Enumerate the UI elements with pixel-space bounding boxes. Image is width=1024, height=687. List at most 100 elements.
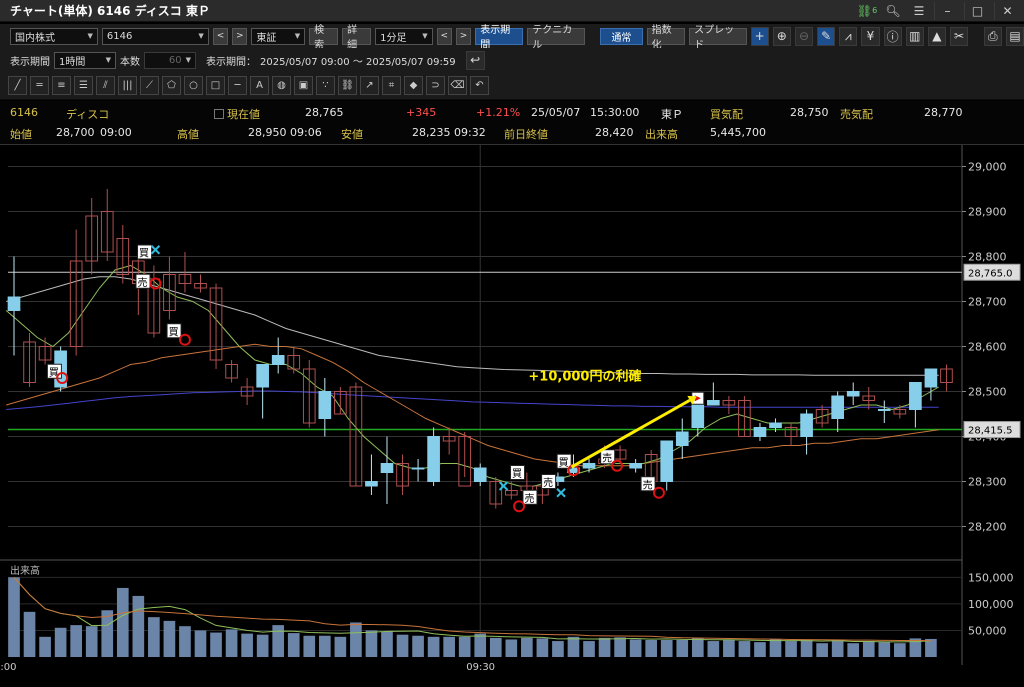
toolbar-row-1: 国内株式 ▼ 6146 ▼ < > 東証 ▼ 検索 詳細 1分足 ▼ < > 表示期間 … bbox=[0, 24, 1024, 51]
detail-button[interactable]: 詳細 bbox=[342, 25, 372, 51]
pentagon-tool-icon[interactable]: ⬠ bbox=[162, 76, 181, 95]
volume-bar bbox=[23, 611, 36, 657]
quote-panel: 6146 ディスコ 現在値 28,765 +345 +1.21% 25/05/0… bbox=[0, 101, 1024, 145]
volume-bar bbox=[862, 641, 875, 657]
magnet-tool-icon[interactable]: ⊃ bbox=[426, 76, 445, 95]
next-period-button[interactable]: > bbox=[455, 27, 472, 45]
market-select[interactable]: 国内株式 ▼ bbox=[10, 27, 98, 45]
volume-bar bbox=[132, 595, 145, 657]
chevron-down-icon: ▼ bbox=[87, 32, 93, 40]
menu-icon[interactable]: ☰ bbox=[908, 2, 930, 20]
ask-value: 28,770 bbox=[924, 106, 963, 119]
ranking-icon[interactable]: ▥ bbox=[905, 26, 924, 46]
print-icon[interactable]: ⎙ bbox=[983, 26, 1002, 46]
volume-bar bbox=[754, 642, 766, 657]
candle-body bbox=[473, 467, 487, 482]
candle-body bbox=[271, 355, 285, 365]
settings-icon[interactable]: ✂ bbox=[950, 26, 969, 46]
search-button[interactable]: 検索 bbox=[309, 25, 339, 51]
normal-button[interactable]: 通常 bbox=[600, 27, 643, 45]
range-label: 表示期間： bbox=[206, 56, 256, 68]
arrow-tool-icon[interactable]: ↗ bbox=[360, 76, 379, 95]
volume-bar bbox=[707, 641, 720, 657]
title-bar: チャート(単体) 6146 ディスコ 東Ｐ ⛓ 6 🔍︎ ☰ – □ ✕ bbox=[0, 0, 1024, 22]
lines-tool-icon[interactable]: ≡ bbox=[52, 76, 71, 95]
image-tool-icon[interactable]: ▣ bbox=[294, 76, 313, 95]
chain-tool-icon[interactable]: ⛓ bbox=[338, 76, 357, 95]
volume-bar bbox=[427, 636, 440, 657]
price-chart[interactable]: 29,000 28,900 28,800 28,700 28,600 28,500 28,4… bbox=[0, 145, 1024, 687]
ask-label: 売気配 bbox=[840, 108, 873, 121]
erase-tool-icon[interactable]: ⌫ bbox=[448, 76, 467, 95]
line-tool-icon[interactable]: ╱ bbox=[8, 76, 27, 95]
volume-title: 出来高 bbox=[10, 564, 40, 577]
hline-tool-icon[interactable]: ═ bbox=[30, 76, 49, 95]
maximize-icon[interactable]: □ bbox=[964, 1, 990, 20]
tag-tool-icon[interactable]: ⌗ bbox=[382, 76, 401, 95]
sell-marker-text: 売 bbox=[524, 492, 534, 505]
volume-bar bbox=[256, 634, 269, 657]
yen-icon[interactable]: ¥ bbox=[861, 26, 880, 46]
candle-body bbox=[7, 296, 21, 311]
price-tick-label: 28,800 bbox=[968, 251, 1007, 264]
exchange-select[interactable]: 東証 ▼ bbox=[251, 27, 306, 45]
undo-tool-icon[interactable]: ↶ bbox=[470, 76, 489, 95]
count-input: 60 ▼ bbox=[144, 51, 196, 69]
index-button[interactable]: 指数化 bbox=[646, 25, 686, 51]
search-icon[interactable]: 🔍︎ bbox=[882, 2, 904, 20]
volume-bar bbox=[8, 577, 20, 657]
period-select[interactable]: 1時間 ▼ bbox=[54, 51, 116, 69]
code-value: 6146 bbox=[106, 30, 133, 42]
icon-tool-icon[interactable]: ◍ bbox=[272, 76, 291, 95]
volume-bar bbox=[334, 636, 347, 657]
period-label: 表示期間 bbox=[10, 56, 50, 68]
volume-bar bbox=[194, 630, 207, 657]
area-chart-icon[interactable]: ▲ bbox=[927, 26, 946, 46]
layout-icon[interactable]: ▤ bbox=[1005, 26, 1024, 46]
volume-bar bbox=[583, 641, 595, 657]
prev-period-button[interactable]: < bbox=[436, 27, 452, 45]
spread-button[interactable]: スプレッド bbox=[689, 25, 747, 51]
rect-tool-icon[interactable]: □ bbox=[206, 76, 225, 95]
prev-code-button[interactable]: < bbox=[212, 27, 229, 45]
text-tool-icon[interactable]: A bbox=[250, 76, 269, 95]
next-code-button[interactable]: > bbox=[232, 27, 248, 45]
price-board-icon[interactable] bbox=[214, 109, 224, 119]
current-price-tag: 28,765.0 bbox=[968, 268, 1013, 279]
candle-body bbox=[769, 422, 782, 428]
interval-select[interactable]: 1分足 ▼ bbox=[375, 27, 433, 45]
return-icon[interactable]: ↩ bbox=[465, 50, 485, 70]
technical-button[interactable]: テクニカル bbox=[527, 25, 585, 51]
chevron-down-icon: ▼ bbox=[105, 56, 111, 64]
fan-tool-icon[interactable]: ⟋ bbox=[140, 76, 159, 95]
add-icon[interactable]: + bbox=[750, 26, 769, 46]
info-icon[interactable]: ⓘ bbox=[883, 26, 902, 46]
channel-tool-icon[interactable]: ⫽ bbox=[96, 76, 115, 95]
display-period-button[interactable]: 表示期間 bbox=[475, 25, 524, 51]
quote-name: ディスコ bbox=[66, 108, 110, 121]
link-icon[interactable]: ⛓ 6 bbox=[856, 2, 878, 20]
candle-body bbox=[800, 413, 813, 437]
low-time: 09:32 bbox=[454, 126, 486, 139]
close-icon[interactable]: ✕ bbox=[994, 1, 1020, 20]
vlines-tool-icon[interactable]: ||| bbox=[118, 76, 137, 95]
volume-bar bbox=[225, 629, 238, 657]
hlines-tool-icon[interactable]: ☰ bbox=[74, 76, 93, 95]
volume-bar bbox=[39, 636, 51, 657]
candle-body bbox=[846, 391, 860, 397]
volume-bar bbox=[287, 633, 300, 657]
trend-icon[interactable]: ⩘ bbox=[839, 26, 858, 46]
dots-tool-icon[interactable]: ∵ bbox=[316, 76, 335, 95]
candle-body bbox=[707, 400, 720, 406]
volume-bar bbox=[552, 641, 564, 657]
hbar-tool-icon[interactable]: ─ bbox=[228, 76, 247, 95]
candle-body bbox=[660, 440, 674, 482]
zoom-out-icon[interactable]: ⊖ bbox=[794, 26, 814, 46]
zoom-in-icon[interactable]: ⊕ bbox=[772, 26, 791, 46]
minimize-icon[interactable]: – bbox=[934, 1, 960, 20]
code-input[interactable]: 6146 ▼ bbox=[101, 27, 209, 45]
pen-icon[interactable]: ✎ bbox=[817, 26, 836, 46]
market-value: 国内株式 bbox=[15, 32, 55, 44]
label-tool-icon[interactable]: ◆ bbox=[404, 76, 423, 95]
circle-tool-icon[interactable]: ○ bbox=[184, 76, 203, 95]
